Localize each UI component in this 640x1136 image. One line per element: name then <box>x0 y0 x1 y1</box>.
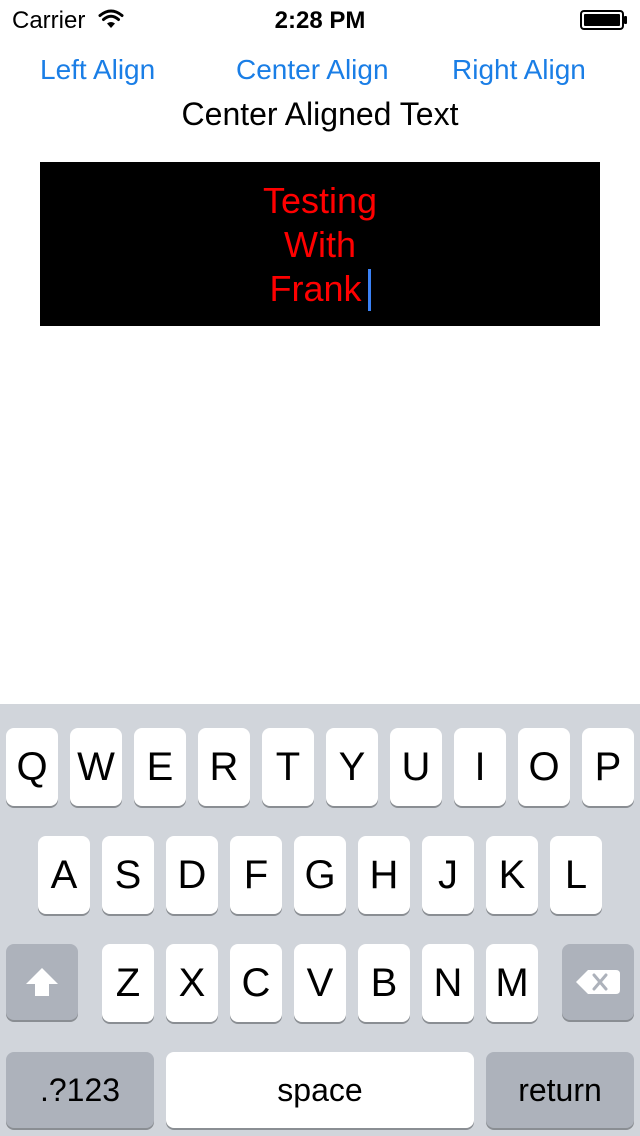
key-f[interactable]: F <box>230 836 282 914</box>
center-align-button[interactable]: Center Align <box>236 54 389 86</box>
shift-icon <box>26 968 58 996</box>
key-o[interactable]: O <box>518 728 570 806</box>
keyboard: Q W E R T Y U I O P A S D F G H J K L Z … <box>0 704 640 1136</box>
right-align-button[interactable]: Right Align <box>452 54 586 86</box>
key-a[interactable]: A <box>38 836 90 914</box>
delete-key[interactable] <box>562 944 634 1020</box>
key-c[interactable]: C <box>230 944 282 1022</box>
key-m[interactable]: M <box>486 944 538 1022</box>
key-e[interactable]: E <box>134 728 186 806</box>
space-key[interactable]: space <box>166 1052 474 1128</box>
status-bar: Carrier 2:28 PM <box>0 0 640 40</box>
text-line-2: With <box>284 224 356 265</box>
battery-icon <box>580 10 627 30</box>
key-n[interactable]: N <box>422 944 474 1022</box>
key-x[interactable]: X <box>166 944 218 1022</box>
key-d[interactable]: D <box>166 836 218 914</box>
key-r[interactable]: R <box>198 728 250 806</box>
key-i[interactable]: I <box>454 728 506 806</box>
key-k[interactable]: K <box>486 836 538 914</box>
text-editor[interactable]: Testing With Frank <box>40 162 600 326</box>
text-caret <box>367 269 371 311</box>
backspace-icon <box>576 970 620 994</box>
key-u[interactable]: U <box>390 728 442 806</box>
key-s[interactable]: S <box>102 836 154 914</box>
text-line-3-content: Frank <box>269 268 362 309</box>
text-line-1: Testing <box>262 180 378 221</box>
numbers-key[interactable]: .?123 <box>6 1052 154 1128</box>
status-time: 2:28 PM <box>274 7 366 34</box>
key-y[interactable]: Y <box>326 728 378 806</box>
key-b[interactable]: B <box>358 944 410 1022</box>
key-q[interactable]: Q <box>6 728 58 806</box>
key-h[interactable]: H <box>358 836 410 914</box>
alignment-status-label: Center Aligned Text <box>181 96 459 132</box>
key-p[interactable]: P <box>582 728 634 806</box>
key-v[interactable]: V <box>294 944 346 1022</box>
text-line-3: Frank <box>40 267 600 311</box>
key-l[interactable]: L <box>550 836 602 914</box>
key-t[interactable]: T <box>262 728 314 806</box>
key-g[interactable]: G <box>294 836 346 914</box>
shift-key[interactable] <box>6 944 78 1020</box>
left-align-button[interactable]: Left Align <box>40 54 155 86</box>
key-w[interactable]: W <box>70 728 122 806</box>
key-j[interactable]: J <box>422 836 474 914</box>
return-key[interactable]: return <box>486 1052 634 1128</box>
key-z[interactable]: Z <box>102 944 154 1022</box>
